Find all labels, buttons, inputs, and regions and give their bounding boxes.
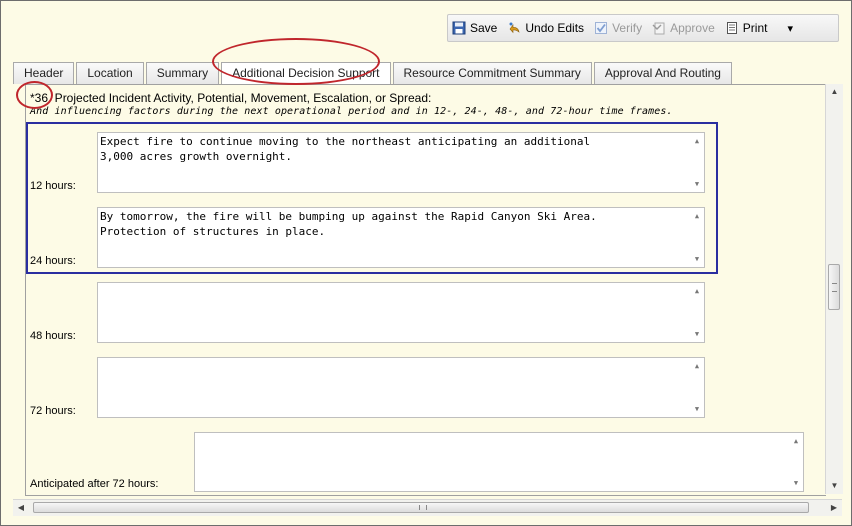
- scroll-down-icon[interactable]: ▼: [690, 328, 704, 340]
- print-document-icon: [725, 21, 739, 35]
- row-label-72-hours: 72 hours:: [30, 405, 76, 417]
- verify-label: Verify: [612, 21, 643, 35]
- horizontal-scrollbar[interactable]: ◀ ▶: [13, 499, 842, 516]
- undo-edits-label: Undo Edits: [525, 21, 585, 35]
- window-frame: Save Undo Edits Verify Approve Print ▾ H…: [0, 0, 852, 526]
- checkbox-check-icon: [594, 21, 608, 35]
- textarea-72-hours[interactable]: ▲ ▼: [97, 357, 705, 418]
- scroll-down-arrow-icon[interactable]: ▼: [826, 479, 843, 493]
- more-options-button[interactable]: ▾: [783, 17, 799, 39]
- question-36-label: *36. Projected Incident Activity, Potent…: [30, 91, 432, 105]
- annotation-ellipse-question-number: [16, 81, 53, 109]
- tab-resource-commitment-summary[interactable]: Resource Commitment Summary: [392, 62, 592, 84]
- undo-edits-button[interactable]: Undo Edits: [503, 17, 590, 39]
- scroll-down-icon[interactable]: ▼: [789, 477, 803, 489]
- save-button[interactable]: Save: [448, 17, 503, 39]
- scroll-right-arrow-icon[interactable]: ▶: [827, 500, 841, 516]
- row-label-after-72-hours: Anticipated after 72 hours:: [30, 478, 159, 490]
- row-label-48-hours: 48 hours:: [30, 330, 76, 342]
- scroll-up-arrow-icon[interactable]: ▲: [826, 85, 843, 99]
- floppy-disk-icon: [452, 21, 466, 35]
- approve-label: Approve: [670, 21, 715, 35]
- scroll-down-icon[interactable]: ▼: [690, 403, 704, 415]
- print-label: Print: [742, 21, 768, 35]
- textarea-48-hours[interactable]: ▲ ▼: [97, 282, 705, 343]
- undo-icon: [507, 21, 521, 35]
- horizontal-scroll-thumb[interactable]: [33, 502, 809, 513]
- annotation-highlight-box: [26, 122, 718, 274]
- tab-location[interactable]: Location: [76, 62, 144, 84]
- textarea-scrollbar[interactable]: ▲ ▼: [789, 433, 803, 491]
- scroll-up-icon[interactable]: ▲: [789, 435, 803, 447]
- tab-summary[interactable]: Summary: [145, 62, 220, 84]
- approve-button[interactable]: Approve: [648, 17, 721, 39]
- chevron-down-icon: ▾: [787, 22, 793, 35]
- textarea-scrollbar[interactable]: ▲ ▼: [690, 358, 704, 417]
- textarea-after-72-hours[interactable]: ▲ ▼: [194, 432, 804, 492]
- question-36-subtext: And influencing factors during the next …: [30, 106, 673, 117]
- save-label: Save: [470, 21, 498, 35]
- verify-button[interactable]: Verify: [590, 17, 648, 39]
- textarea-scrollbar[interactable]: ▲ ▼: [690, 283, 704, 342]
- approve-document-icon: [652, 21, 666, 35]
- tab-header[interactable]: Header: [13, 62, 75, 84]
- vertical-scroll-thumb[interactable]: [828, 264, 840, 310]
- tab-approval-and-routing[interactable]: Approval And Routing: [593, 62, 732, 84]
- vertical-scrollbar[interactable]: ▲ ▼: [825, 84, 843, 494]
- toolbar: Save Undo Edits Verify Approve Print ▾: [447, 14, 839, 42]
- scroll-up-icon[interactable]: ▲: [690, 360, 704, 372]
- scroll-up-icon[interactable]: ▲: [690, 285, 704, 297]
- annotation-ellipse-tab: [212, 38, 380, 85]
- scroll-left-arrow-icon[interactable]: ◀: [14, 500, 28, 516]
- print-button[interactable]: Print: [721, 17, 774, 39]
